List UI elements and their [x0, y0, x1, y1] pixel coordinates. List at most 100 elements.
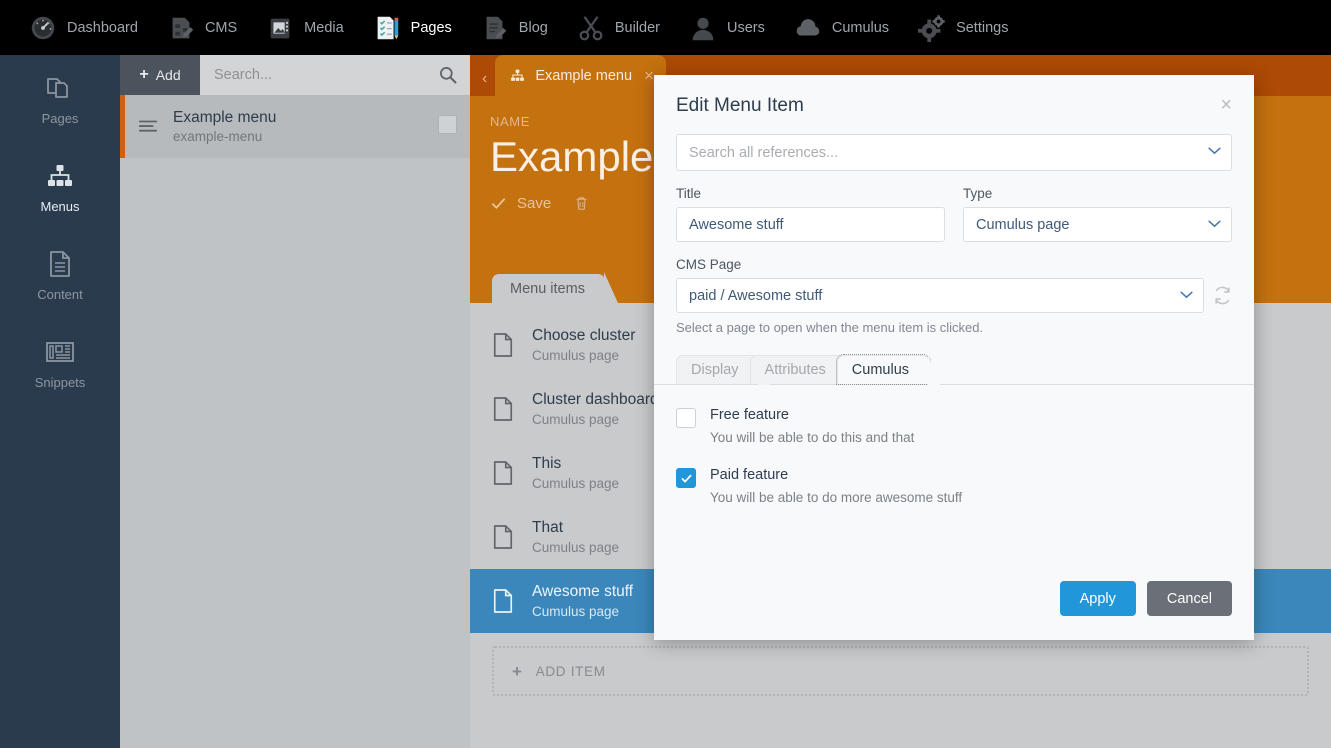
chevron-down-icon[interactable] [1208, 147, 1221, 155]
page-icon [493, 333, 513, 357]
checkbox-description: You will be able to do more awesome stuf… [710, 490, 963, 505]
tab-display[interactable]: Display [676, 355, 770, 385]
add-item-label: ADD ITEM [535, 663, 606, 679]
gear-icon [918, 14, 945, 42]
topnav-item-media[interactable]: Media [251, 0, 358, 55]
topnav-item-pages[interactable]: Pages [358, 0, 466, 55]
list-toolbar: + Add [120, 55, 470, 95]
page-icon [493, 525, 513, 549]
blog-icon [486, 16, 507, 39]
chevron-down-icon[interactable] [1208, 220, 1221, 228]
sidebar-item-label: Pages [41, 111, 79, 126]
cms-page-hint: Select a page to open when the menu item… [676, 320, 984, 335]
tab-label: Cumulus [851, 362, 910, 378]
check-icon [681, 474, 691, 482]
checkbox-description: You will be able to do this and that [710, 430, 915, 445]
close-icon[interactable]: × [644, 67, 654, 84]
refresh-icon[interactable] [1213, 286, 1232, 305]
tab-menu-items[interactable]: Menu items [492, 272, 618, 303]
sidebar-item-snippets[interactable]: Snippets [0, 319, 120, 407]
topnav-item-users[interactable]: Users [674, 0, 779, 55]
scissors-icon [579, 15, 603, 40]
topnav-item-settings[interactable]: Settings [903, 0, 1022, 55]
cms-page-field-group: CMS Page paid / Awesome stuff Select a p… [676, 257, 1232, 335]
trash-icon[interactable] [573, 195, 590, 212]
sidebar-item-content[interactable]: Content [0, 231, 120, 319]
sidebar-item-menus[interactable]: Menus [0, 143, 120, 231]
type-label: Type [963, 186, 993, 201]
paid-feature-text: Paid feature You will be able to do more… [710, 467, 962, 505]
media-icon [270, 18, 290, 38]
topnav-label: Builder [614, 19, 660, 36]
row-subtitle: Cumulus page [532, 540, 620, 555]
copies-icon [47, 78, 68, 98]
cms-page-select[interactable]: paid / Awesome stuff [676, 278, 1204, 313]
title-type-row: Title Awesome stuff Type Cumulus page [676, 186, 1232, 242]
topnav-item-cumulus[interactable]: Cumulus [779, 0, 903, 55]
type-value: Cumulus page [976, 216, 1070, 233]
save-button[interactable]: Save [490, 195, 551, 212]
pages-icon [377, 16, 398, 39]
search-icon[interactable] [438, 65, 458, 85]
tab-label: Display [691, 362, 739, 378]
document-icon [50, 251, 70, 277]
topnav-label: Users [726, 19, 765, 36]
topnav-item-builder[interactable]: Builder [562, 0, 674, 55]
tab-attributes[interactable]: Attributes [749, 355, 858, 385]
user-icon [692, 17, 714, 40]
list-item-title: Example menu [173, 109, 277, 126]
add-item-button[interactable]: + ADD ITEM [492, 646, 1309, 696]
dialog-footer: Apply Cancel [1059, 581, 1232, 616]
list-item[interactable]: Example menu example-menu [120, 95, 470, 158]
dialog-body: Search all references... Title Awesome s… [654, 134, 1254, 335]
list-item-checkbox[interactable] [438, 115, 457, 134]
add-button[interactable]: + Add [120, 55, 200, 95]
dialog-tabs: Display Attributes Cumulus [654, 354, 1254, 385]
topnav-item-blog[interactable]: Blog [466, 0, 562, 55]
paid-feature-checkbox[interactable] [676, 468, 696, 488]
add-button-label: Add [155, 67, 181, 83]
reference-search-field[interactable]: Search all references... [676, 134, 1232, 171]
row-text: That Cumulus page [532, 519, 619, 555]
topnav-label: Cumulus [831, 19, 890, 36]
cms-icon [172, 17, 194, 38]
reference-search-placeholder: Search all references... [689, 144, 839, 161]
gauge-icon [31, 16, 55, 39]
tab-cumulus[interactable]: Cumulus [835, 354, 941, 385]
app-root: Dashboard CMS Media Pages Blog Builder U… [0, 0, 1331, 748]
topnav-item-cms[interactable]: CMS [152, 0, 251, 55]
free-feature-text: Free feature You will be able to do this… [710, 407, 914, 445]
list-item-subtitle: example-menu [173, 129, 263, 144]
row-text: This Cumulus page [532, 455, 619, 491]
tab-label: Attributes [764, 362, 826, 378]
cancel-button[interactable]: Cancel [1146, 581, 1232, 616]
check-icon [491, 198, 506, 209]
row-subtitle: Cumulus page [532, 604, 620, 619]
topnav-label: Media [304, 19, 344, 36]
document-tab-example-menu[interactable]: Example menu × [495, 55, 666, 96]
menu-list-panel: + Add Example menu example-menu [120, 55, 470, 748]
type-select[interactable]: Cumulus page [963, 207, 1232, 242]
topnav-item-dashboard[interactable]: Dashboard [14, 0, 152, 55]
topnav-label: Dashboard [67, 19, 138, 36]
search-input[interactable] [214, 67, 456, 83]
topnav-label: Settings [956, 19, 1009, 36]
chevron-down-icon[interactable] [1180, 291, 1193, 299]
sidebar-item-label: Menus [40, 199, 80, 214]
close-icon[interactable]: × [1220, 95, 1232, 115]
row-subtitle: Cumulus page [532, 412, 620, 427]
title-field-group: Title Awesome stuff [676, 186, 945, 242]
row-title: This [532, 455, 562, 472]
checkbox-label: Paid feature [710, 467, 789, 483]
title-input[interactable]: Awesome stuff [676, 207, 945, 242]
row-text: Awesome stuff Cumulus page [532, 583, 633, 619]
tabstrip-back-icon[interactable]: ‹ [478, 70, 495, 96]
apply-button[interactable]: Apply [1059, 581, 1136, 616]
cms-page-label: CMS Page [676, 257, 742, 272]
sidebar-item-pages[interactable]: Pages [0, 55, 120, 143]
free-feature-checkbox[interactable] [676, 408, 696, 428]
tab-label: Menu items [510, 281, 585, 297]
row-title: Awesome stuff [532, 583, 634, 600]
topnav-label: Blog [518, 19, 548, 36]
menu-lines-icon [138, 120, 158, 132]
